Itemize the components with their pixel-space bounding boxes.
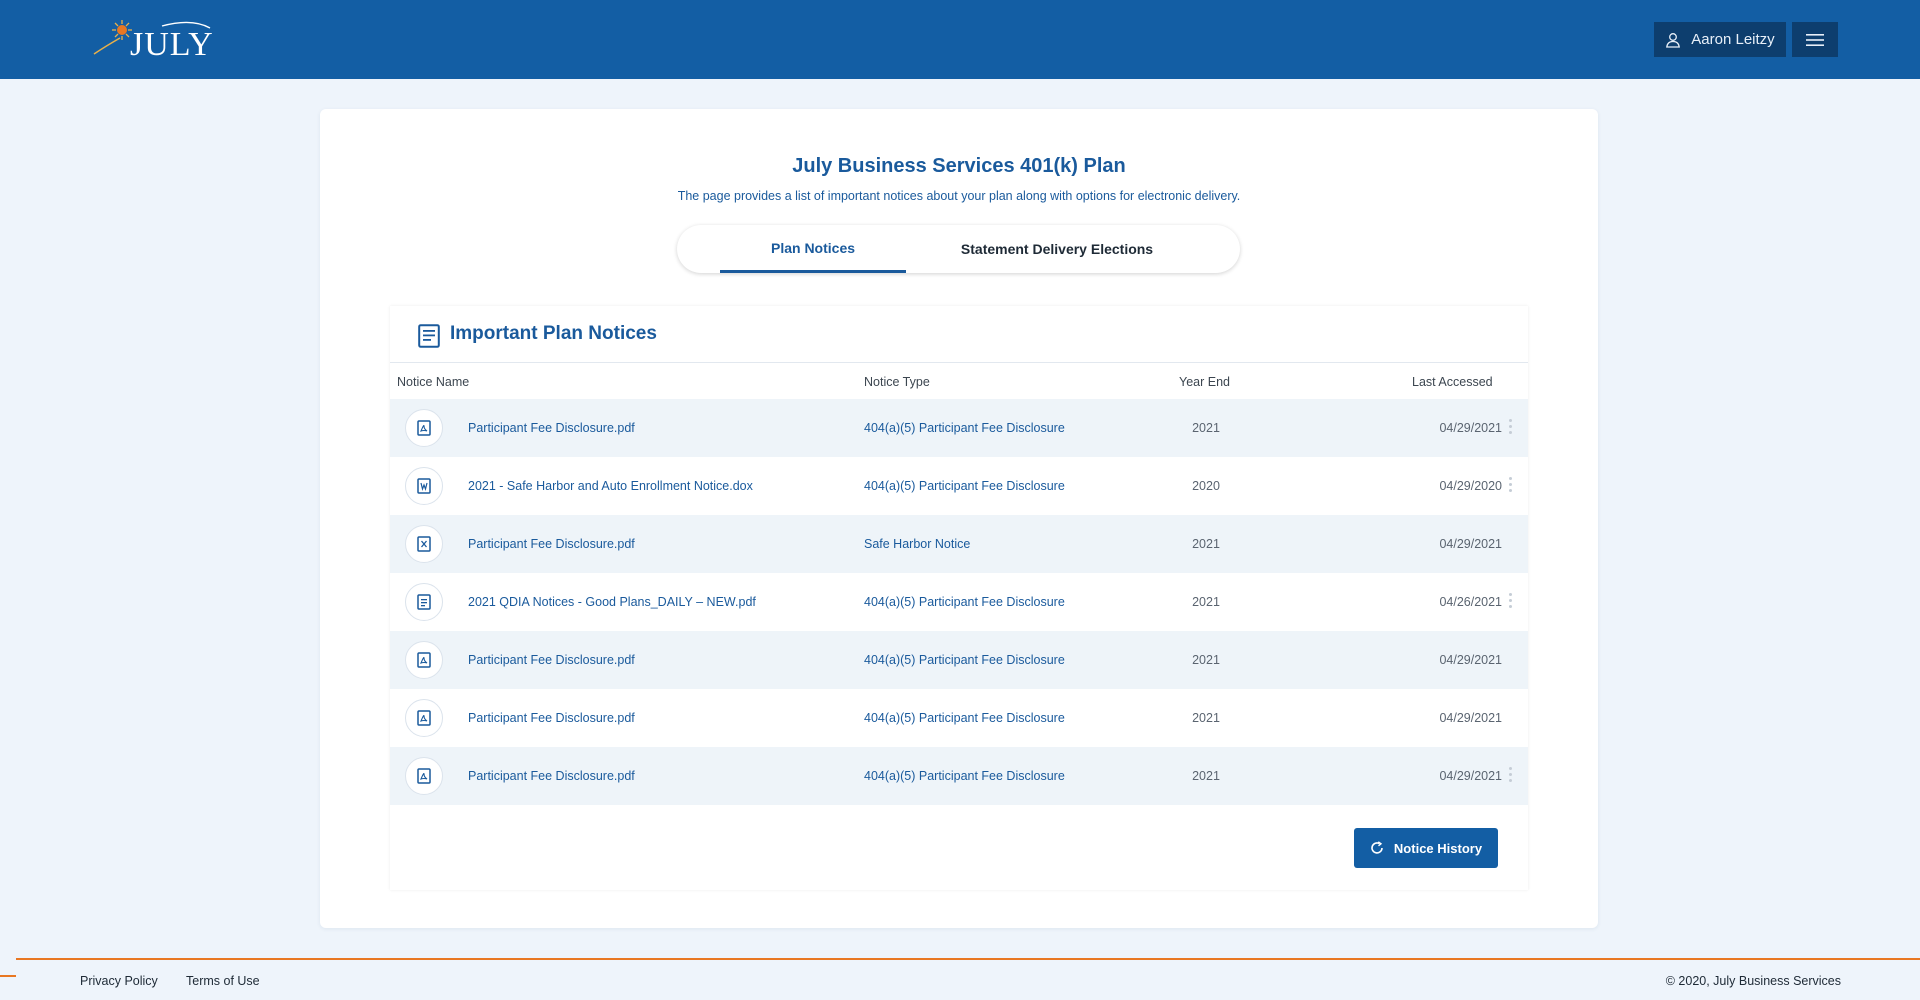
row-more-options-icon[interactable] (1507, 767, 1513, 785)
plan-card: July Business Services 401(k) Plan The p… (320, 109, 1598, 928)
row-more-options-icon[interactable] (1507, 477, 1513, 495)
word-doc-icon (405, 467, 443, 505)
year-end-value: 2021 (1192, 653, 1220, 667)
table-row[interactable]: 2021 QDIA Notices - Good Plans_DAILY – N… (390, 573, 1528, 631)
last-accessed-value: 04/29/2021 (1439, 769, 1502, 783)
notice-type-link[interactable]: 404(a)(5) Participant Fee Disclosure (864, 689, 1065, 747)
hamburger-icon (1806, 33, 1824, 46)
table-row[interactable]: Participant Fee Disclosure.pdf Safe Harbo… (390, 515, 1528, 573)
notice-type-link[interactable]: 404(a)(5) Participant Fee Disclosure (864, 747, 1065, 805)
user-icon (1666, 32, 1681, 48)
notice-name-link[interactable]: 2021 - Safe Harbor and Auto Enrollment N… (468, 457, 753, 515)
footer-divider (16, 958, 1920, 960)
panel-header: Important Plan Notices (390, 306, 1528, 363)
top-navigation-bar: JULY Aaron Leitzy (0, 0, 1920, 79)
user-name: Aaron Leitzy (1691, 31, 1775, 48)
notice-type-link[interactable]: Safe Harbor Notice (864, 515, 970, 573)
refresh-icon (1371, 841, 1383, 854)
notice-history-label: Notice History (1393, 840, 1483, 856)
last-accessed-value: 04/26/2021 (1439, 595, 1502, 609)
document-list-icon (418, 324, 440, 348)
pdf-icon (405, 409, 443, 447)
notice-name-link[interactable]: 2021 QDIA Notices - Good Plans_DAILY – N… (468, 573, 756, 631)
footer-accent-tick (0, 975, 16, 977)
logo-text: JULY (130, 26, 214, 63)
table-row[interactable]: Participant Fee Disclosure.pdf 404(a)(5) … (390, 399, 1528, 457)
notice-type-link[interactable]: 404(a)(5) Participant Fee Disclosure (864, 573, 1065, 631)
notice-type-link[interactable]: 404(a)(5) Participant Fee Disclosure (864, 399, 1065, 457)
tab-statement-delivery-elections[interactable]: Statement Delivery Elections (917, 225, 1197, 273)
year-end-value: 2021 (1192, 537, 1220, 551)
notice-name-link[interactable]: Participant Fee Disclosure.pdf (468, 399, 635, 457)
pdf-icon (405, 641, 443, 679)
table-row[interactable]: Participant Fee Disclosure.pdf 404(a)(5) … (390, 747, 1528, 805)
notice-type-link[interactable]: 404(a)(5) Participant Fee Disclosure (864, 631, 1065, 689)
row-more-options-icon[interactable] (1507, 593, 1513, 611)
year-end-value: 2021 (1192, 711, 1220, 725)
text-doc-icon (405, 583, 443, 621)
notice-name-link[interactable]: Participant Fee Disclosure.pdf (468, 631, 635, 689)
important-plan-notices-panel: Important Plan Notices Notice Name Notic… (390, 306, 1528, 890)
pdf-icon (405, 699, 443, 737)
notice-name-link[interactable]: Participant Fee Disclosure.pdf (468, 689, 635, 747)
year-end-value: 2021 (1192, 769, 1220, 783)
last-accessed-value: 04/29/2021 (1439, 711, 1502, 725)
last-accessed-value: 04/29/2021 (1439, 537, 1502, 551)
last-accessed-value: 04/29/2021 (1439, 421, 1502, 435)
column-header-last-accessed[interactable]: Last Accessed (1412, 375, 1493, 389)
notice-type-link[interactable]: 404(a)(5) Participant Fee Disclosure (864, 457, 1065, 515)
row-more-options-icon[interactable] (1507, 419, 1513, 437)
plan-description: The page provides a list of important no… (677, 189, 1241, 203)
year-end-value: 2020 (1192, 479, 1220, 493)
pdf-icon (405, 757, 443, 795)
privacy-policy-link[interactable]: Privacy Policy (80, 974, 158, 988)
terms-of-use-link[interactable]: Terms of Use (186, 974, 260, 988)
table-row[interactable]: Participant Fee Disclosure.pdf 404(a)(5) … (390, 689, 1528, 747)
column-header-notice-type[interactable]: Notice Type (864, 375, 930, 389)
table-row[interactable]: 2021 - Safe Harbor and Auto Enrollment N… (390, 457, 1528, 515)
excel-doc-icon (405, 525, 443, 563)
copyright-text: © 2020, July Business Services (1665, 974, 1841, 988)
hamburger-menu-button[interactable] (1792, 22, 1838, 57)
year-end-value: 2021 (1192, 421, 1220, 435)
notice-history-button[interactable]: Notice History (1354, 828, 1498, 868)
last-accessed-value: 04/29/2021 (1439, 653, 1502, 667)
notices-table-body: Participant Fee Disclosure.pdf 404(a)(5) … (390, 399, 1528, 805)
table-row[interactable]: Participant Fee Disclosure.pdf 404(a)(5) … (390, 631, 1528, 689)
july-logo[interactable]: JULY (92, 16, 218, 66)
tab-bar: Plan Notices Statement Delivery Election… (677, 225, 1240, 273)
user-account-button[interactable]: Aaron Leitzy (1654, 22, 1786, 57)
notice-name-link[interactable]: Participant Fee Disclosure.pdf (468, 515, 635, 573)
column-header-notice-name[interactable]: Notice Name (397, 375, 469, 389)
plan-title: July Business Services 401(k) Plan (792, 155, 1126, 177)
last-accessed-value: 04/29/2020 (1439, 479, 1502, 493)
column-header-year-end[interactable]: Year End (1179, 375, 1230, 389)
year-end-value: 2021 (1192, 595, 1220, 609)
panel-title: Important Plan Notices (450, 323, 657, 344)
notice-name-link[interactable]: Participant Fee Disclosure.pdf (468, 747, 635, 805)
tab-plan-notices[interactable]: Plan Notices (720, 225, 906, 273)
